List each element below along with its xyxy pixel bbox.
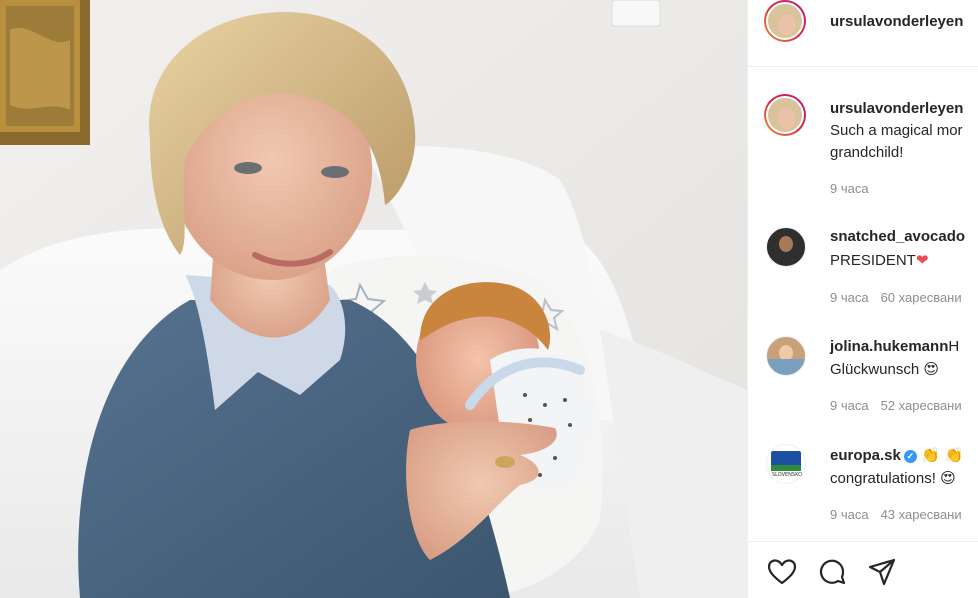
comment-username[interactable]: jolina.hukemannH [830,338,959,355]
verified-icon: ✓ [903,450,917,463]
comment-text: Glückwunsch 😍 [830,360,940,378]
comment-icon[interactable] [816,556,848,588]
comment-likes[interactable]: 43 харесвани [881,507,962,522]
comment-likes[interactable]: 60 харесвани [881,290,962,305]
comment-time[interactable]: 9 часа [830,507,869,522]
heart-emoji: ❤ [915,251,929,269]
comment-avatar[interactable] [766,336,806,376]
author-avatar[interactable] [764,0,806,42]
comment-meta: 9 часа 43 харесвани [830,507,962,522]
post-header: ursulavonderleyen [748,0,978,67]
action-bar [748,541,978,598]
caption-time[interactable]: 9 часа [830,181,869,196]
comment-meta: 9 часа 60 харесвани [830,290,962,305]
share-icon[interactable] [866,556,898,588]
author-username[interactable]: ursulavonderleyen [830,13,963,30]
caption-username[interactable]: ursulavonderleyen [830,100,963,117]
heart-eyes-emoji: 😍 [923,360,940,378]
comment-username[interactable]: europa.sk ✓ 👏 👏 [830,446,963,464]
post-photo[interactable] [0,0,747,598]
heart-eyes-emoji: 😍 [940,469,956,487]
heart-icon[interactable] [766,556,798,588]
instagram-post: ursulavonderleyen ursulavonderleyen Such… [0,0,978,598]
photo-illustration [0,0,747,598]
comment-time[interactable]: 9 часа [830,290,869,305]
caption-author-avatar[interactable] [764,94,806,136]
comment-username[interactable]: snatched_avocado [830,228,965,245]
comment-avatar[interactable] [766,227,806,267]
comment-avatar[interactable]: SLOVENSKO [766,444,806,484]
comment-time[interactable]: 9 часа [830,398,869,413]
comment-text: PRESIDENT❤ [830,251,929,269]
comment-meta: 9 часа 52 харесвани [830,398,962,413]
caption-text-line-1: Such a magical mor [830,122,963,139]
comment-text: congratulations! 😍 [830,469,956,487]
caption-text-line-2: grandchild! [830,144,904,161]
post-side-panel: ursulavonderleyen ursulavonderleyen Such… [747,0,978,598]
comment-likes[interactable]: 52 харесвани [881,398,962,413]
